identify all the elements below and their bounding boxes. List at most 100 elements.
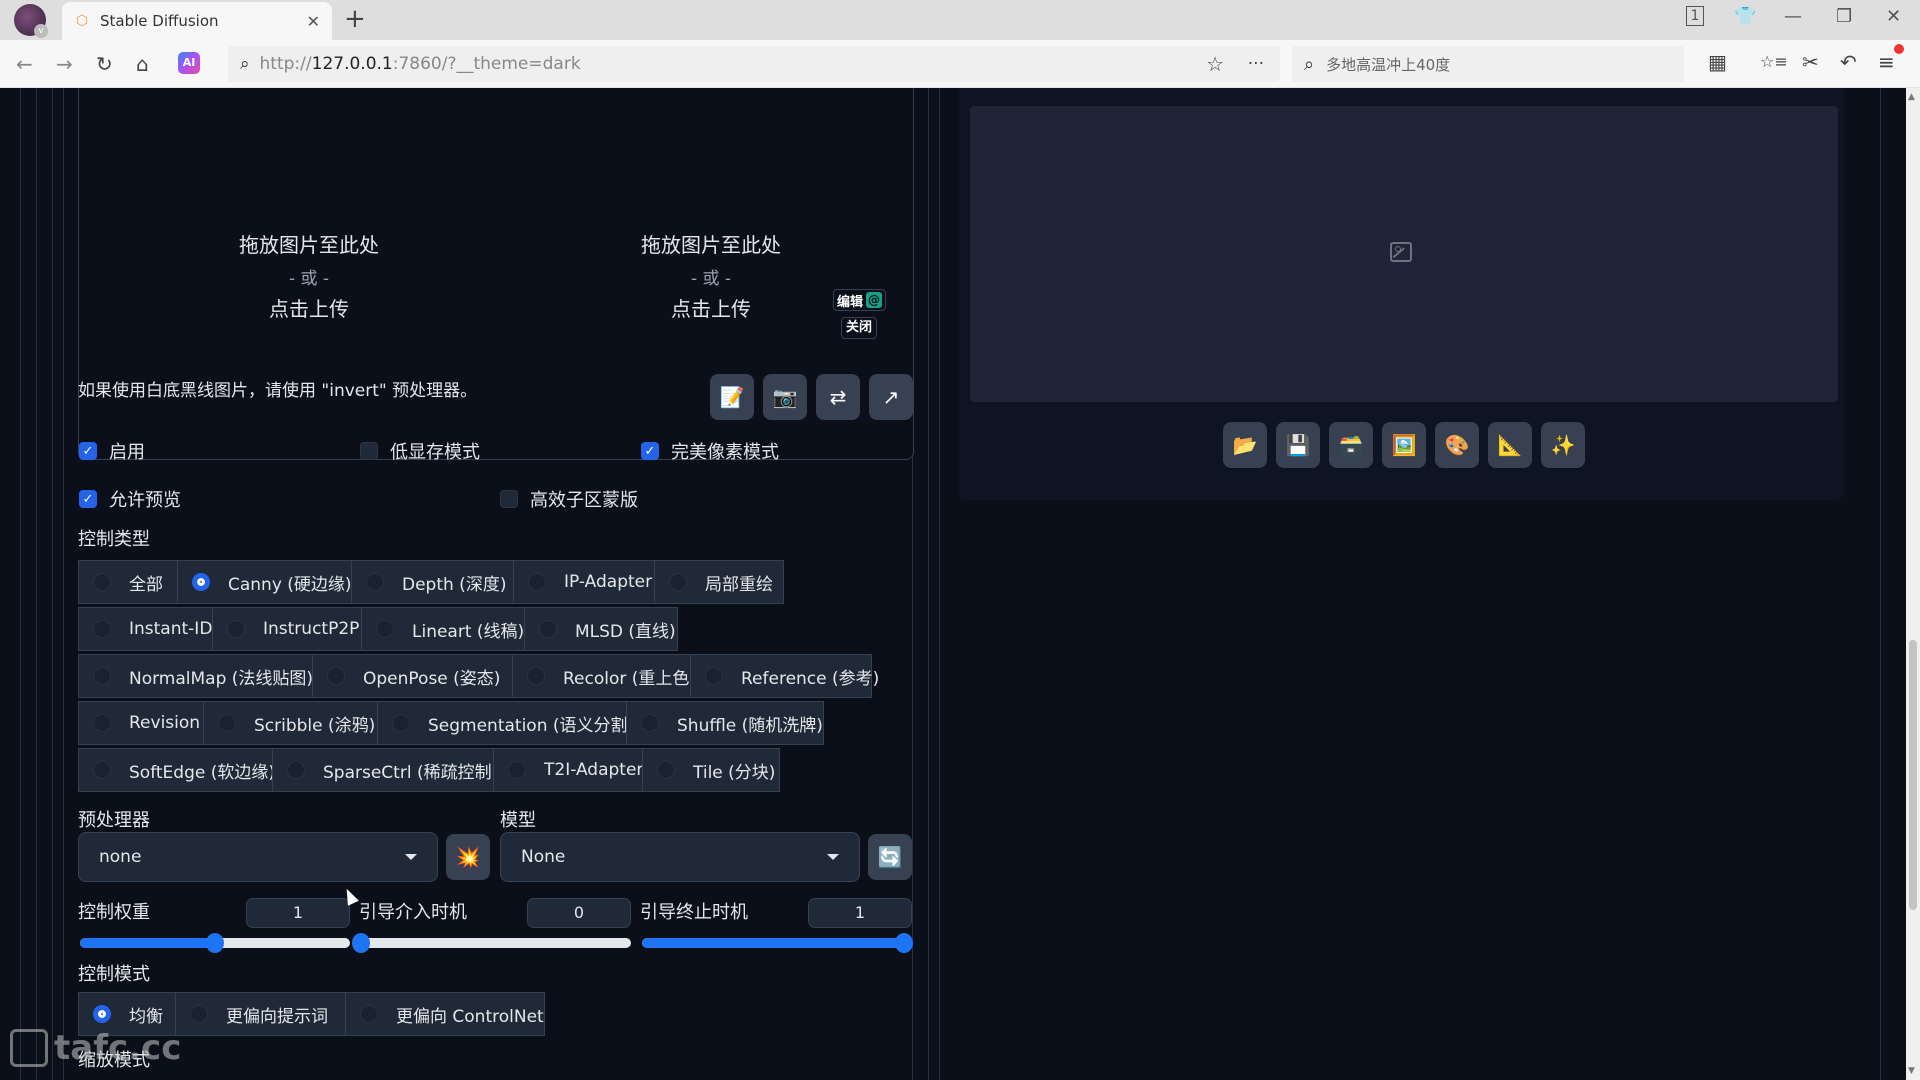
divider [36,88,37,1080]
undo-close-tab-icon[interactable]: ↶ [1840,50,1857,74]
checkbox-label: 完美像素模式 [671,442,779,463]
reload-button[interactable]: ↻ [96,52,113,76]
preprocessor-dropdown[interactable]: none [78,832,438,882]
new-tab-button[interactable]: + [344,4,366,34]
radio-option[interactable]: T2I-Adapter [493,748,643,792]
page-content: 拖放图片至此处 - 或 - 点击上传 拖放图片至此处 - 或 - 点击上传 编辑… [0,88,1906,1080]
send-to-img2img-button[interactable]: 🖼️ [1382,422,1426,468]
mirror-webcam-button[interactable]: ⇄ [816,374,860,420]
start-step-input[interactable]: 0 [527,898,631,928]
scroll-down-icon[interactable]: ▼ [1908,1066,1915,1076]
radio-option[interactable]: SoftEdge (软边缘) [78,748,275,792]
more-options-icon[interactable]: ··· [1248,54,1264,74]
radio-option[interactable]: SparseCtrl (稀疏控制) [272,748,498,792]
browser-search-bar[interactable]: ⌕ 多地高温冲上40度 [1292,46,1684,82]
refresh-models-button[interactable]: 🔄 [868,834,912,880]
tab-count-badge[interactable]: 1 [1686,6,1704,26]
radio-option[interactable]: IP-Adapter [513,560,655,604]
slider-thumb[interactable] [895,933,913,953]
scrollbar-thumb[interactable] [1909,640,1917,910]
end-step-slider[interactable] [642,933,913,953]
start-step-slider[interactable] [352,933,631,953]
radio-option[interactable]: 更偏向 ControlNet [345,992,545,1036]
radio-option[interactable]: Scribble (涂鸦) [203,701,378,745]
radio-option[interactable]: MLSD (直线) [524,607,678,651]
radio-option[interactable]: 更偏向提示词 [175,992,346,1036]
close-button[interactable]: 关闭 [841,317,878,339]
control-weight-input[interactable]: 1 [246,898,350,928]
end-step-input[interactable]: 1 [808,898,912,928]
preprocessor-value: none [99,847,142,867]
create-canvas-button[interactable]: 📝 [710,374,754,420]
slider-thumb[interactable] [206,933,224,953]
radio-option[interactable]: NormalMap (法线贴图) [78,654,313,698]
send-to-extras-button[interactable]: 📐 [1488,422,1532,468]
model-dropdown[interactable]: None [500,832,860,882]
minimize-button[interactable]: — [1784,6,1802,27]
radio-option[interactable]: 局部重绘 [654,560,784,604]
webcam-button[interactable]: 📷 [763,374,807,420]
home-button[interactable]: ⌂ [136,52,149,76]
radio-option[interactable]: Instant-ID [78,607,213,651]
apps-icon[interactable]: ▦ [1708,50,1727,74]
address-bar[interactable]: ⌕ http://127.0.0.1:7860/?__theme=dark ☆ … [228,46,1280,82]
run-preprocessor-button[interactable]: 💥 [446,834,490,880]
save-button[interactable]: 💾 [1276,422,1320,468]
low-vram-checkbox[interactable]: 低显存模式 [360,438,480,464]
zip-button[interactable]: 🗃️ [1329,422,1373,468]
watermark-text: tafc.cc [54,1028,182,1068]
upload-dropzone-left[interactable]: 拖放图片至此处 - 或 - 点击上传 [109,229,509,322]
radio-option[interactable]: Depth (深度) [351,560,514,604]
tab-close-icon[interactable]: ✕ [307,12,320,31]
bookmark-star-icon[interactable]: ☆ [1206,52,1224,76]
radio-option[interactable]: InstructP2P [212,607,362,651]
efficient-mask-checkbox[interactable]: 高效子区蒙版 [500,486,638,512]
open-folder-button[interactable]: 📂 [1223,422,1267,468]
restore-button[interactable]: ❐ [1836,6,1852,27]
radio-icon [227,620,245,638]
sparkles-button[interactable]: ✨ [1541,422,1585,468]
radio-option[interactable]: Segmentation (语义分割) [377,701,634,745]
preprocessor-label: 预处理器 [78,810,150,831]
screenshot-cut-icon[interactable]: ✂ [1802,50,1819,74]
radio-option[interactable]: Lineart (线稿) [361,607,525,651]
output-gallery[interactable] [970,106,1838,402]
browser-tab[interactable]: ⬡ Stable Diffusion ✕ [62,2,332,40]
radio-icon [705,667,723,685]
back-button[interactable]: ← [16,52,33,76]
radio-icon [528,573,546,591]
allow-preview-checkbox[interactable]: ✓ 允许预览 [79,486,181,512]
slider-thumb[interactable] [352,933,370,953]
forward-button[interactable]: → [56,52,73,76]
radio-option[interactable]: Tile (分块) [642,748,780,792]
image-placeholder-icon [1390,242,1412,262]
radio-option[interactable]: 全部 [78,560,178,604]
enable-checkbox[interactable]: ✓ 启用 [79,438,145,464]
page-scrollbar[interactable]: ▲ ▼ [1906,88,1920,1080]
checkbox-checked-icon: ✓ [641,442,659,460]
radio-option[interactable]: Recolor (重上色) [512,654,696,698]
url-rest: :7860/?__theme=dark [392,54,581,74]
send-dimensions-button[interactable]: ↗ [869,374,913,420]
radio-label: 均衡 [129,1006,163,1027]
scroll-up-icon[interactable]: ▲ [1908,92,1915,102]
ai-assistant-icon[interactable]: AI [178,52,200,74]
radio-label: NormalMap (法线贴图) [129,668,314,689]
profile-avatar[interactable]: v [14,4,48,38]
radio-option[interactable]: Reference (参考) [690,654,879,698]
main-menu-icon[interactable]: ≡ [1878,50,1895,74]
window-close-button[interactable]: ✕ [1886,6,1901,27]
click-upload-text: 点击上传 [269,297,349,321]
edit-button[interactable]: 编辑 @ [833,289,887,311]
radio-option-selected[interactable]: Canny (硬边缘) [177,560,352,604]
pixel-perfect-checkbox[interactable]: ✓ 完美像素模式 [641,438,779,464]
send-to-inpaint-button[interactable]: 🎨 [1435,422,1479,468]
radio-option[interactable]: Revision [78,701,204,745]
control-weight-slider[interactable] [80,933,350,953]
favorites-list-icon[interactable]: ☆≡ [1760,52,1788,71]
radio-icon [392,714,410,732]
radio-label: 全部 [129,574,163,595]
radio-option[interactable]: OpenPose (姿态) [312,654,513,698]
radio-option[interactable]: Shuffle (随机洗牌) [626,701,824,745]
skin-icon[interactable]: 👕 [1734,6,1756,27]
